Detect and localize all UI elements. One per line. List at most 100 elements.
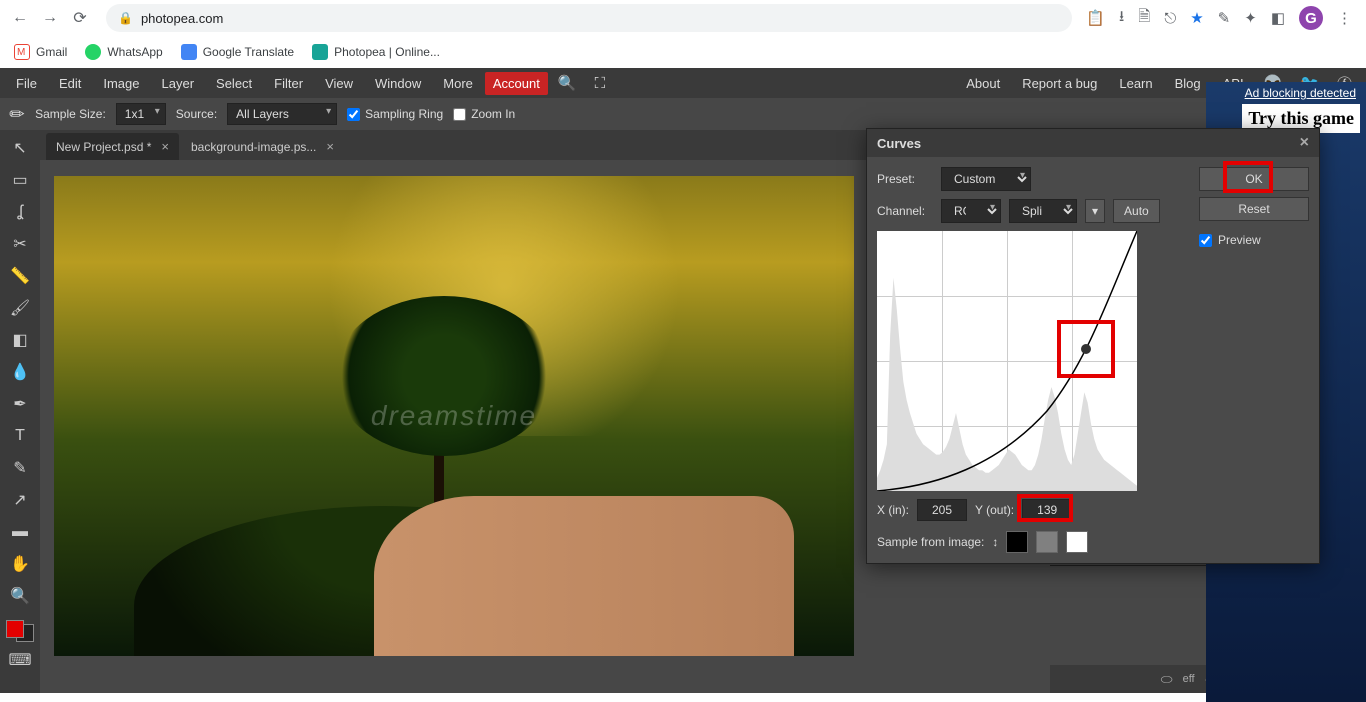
link-report-bug[interactable]: Report a bug: [1012, 72, 1107, 95]
preset-label: Preset:: [877, 172, 933, 186]
menu-file[interactable]: File: [6, 72, 47, 95]
shape-tool[interactable]: ▬: [5, 518, 35, 546]
bookmark-whatsapp[interactable]: WhatsApp: [85, 44, 162, 60]
sample-size-label: Sample Size:: [35, 107, 106, 121]
color-swatch[interactable]: [6, 620, 34, 642]
photopea-app: File Edit Image Layer Select Filter View…: [0, 68, 1366, 693]
clipboard-icon[interactable]: 📋: [1086, 9, 1105, 27]
menu-layer[interactable]: Layer: [152, 72, 205, 95]
link-about[interactable]: About: [956, 72, 1010, 95]
reset-button[interactable]: Reset: [1199, 197, 1309, 221]
menu-window[interactable]: Window: [365, 72, 431, 95]
sample-size-select[interactable]: 1x1: [116, 103, 166, 125]
marquee-tool[interactable]: ▭: [5, 166, 35, 194]
close-icon[interactable]: ×: [1300, 134, 1309, 152]
channel-select[interactable]: RGB: [941, 199, 1001, 223]
watermark-text: dreamstime: [371, 400, 537, 432]
text-tool[interactable]: T: [5, 422, 35, 450]
sample-gray[interactable]: [1036, 531, 1058, 553]
browser-actions: 📋 ⭳ 🗎 ⎋ ★ ✎ ✦ ◧ G ⋮: [1086, 6, 1358, 31]
document-icon[interactable]: 🗎: [1138, 6, 1150, 31]
auto-button[interactable]: Auto: [1113, 199, 1160, 223]
interpolation-select[interactable]: Spline: [1009, 199, 1077, 223]
ruler-tool[interactable]: 📏: [5, 262, 35, 290]
sample-arrow-icon: ↕: [992, 535, 998, 549]
menu-bar: File Edit Image Layer Select Filter View…: [0, 68, 1366, 98]
fx-icon[interactable]: eff: [1183, 673, 1195, 685]
ad-blocking-notice[interactable]: Ad blocking detected: [1245, 86, 1356, 100]
link-learn[interactable]: Learn: [1109, 72, 1162, 95]
pen-tool[interactable]: ✒: [5, 390, 35, 418]
extensions-icon[interactable]: ✦: [1244, 9, 1257, 27]
forward-button[interactable]: →: [38, 6, 62, 30]
preview-checkbox[interactable]: Preview: [1199, 233, 1309, 247]
download-icon[interactable]: ⭳: [1119, 6, 1124, 31]
eraser-tool[interactable]: ◧: [5, 326, 35, 354]
curves-dialog: Curves × Preset: Custom Channel: RGB Spl…: [866, 128, 1320, 564]
sample-label: Sample from image:: [877, 535, 984, 549]
menu-view[interactable]: View: [315, 72, 363, 95]
bookmarks-bar: MGmail WhatsApp Google Translate Photope…: [0, 36, 1366, 68]
eyedropper-tool-icon: ✎: [5, 101, 31, 127]
highlight-box: [1223, 161, 1273, 193]
link-layers-icon[interactable]: ⬭: [1161, 671, 1173, 688]
zoom-tool[interactable]: 🔍: [5, 582, 35, 610]
bookmark-gmail[interactable]: MGmail: [14, 44, 67, 60]
url-text: photopea.com: [141, 11, 223, 26]
back-button[interactable]: ←: [8, 6, 32, 30]
menu-select[interactable]: Select: [206, 72, 262, 95]
reload-button[interactable]: ⟳: [68, 6, 92, 30]
dialog-title: Curves: [877, 136, 921, 151]
canvas[interactable]: dreamstime: [54, 176, 854, 656]
crop-tool[interactable]: ✂: [5, 230, 35, 258]
tab-new-project[interactable]: New Project.psd *×: [46, 133, 179, 160]
menu-filter[interactable]: Filter: [264, 72, 313, 95]
menu-edit[interactable]: Edit: [49, 72, 91, 95]
highlight-box: [1057, 320, 1115, 378]
sidepanel-icon[interactable]: ◧: [1271, 9, 1285, 27]
zoom-in-checkbox[interactable]: Zoom In: [453, 107, 515, 121]
tab-background-image[interactable]: background-image.ps...×: [181, 133, 344, 160]
close-icon[interactable]: ×: [326, 139, 334, 154]
bucket-tool[interactable]: 💧: [5, 358, 35, 386]
curves-graph[interactable]: [877, 231, 1137, 491]
sample-black[interactable]: [1006, 531, 1028, 553]
lasso-tool[interactable]: ʆ: [5, 198, 35, 226]
move-tool[interactable]: ↖: [5, 134, 35, 162]
brush-tool[interactable]: 🖌: [5, 294, 35, 322]
fullscreen-icon[interactable]: ⛶: [587, 71, 614, 96]
search-icon[interactable]: 🔍: [550, 70, 585, 96]
x-in-label: X (in):: [877, 503, 909, 517]
link-blog[interactable]: Blog: [1165, 72, 1211, 95]
x-in-input[interactable]: [917, 499, 967, 521]
share-icon[interactable]: ⎋: [1164, 10, 1176, 27]
sample-white[interactable]: [1066, 531, 1088, 553]
channel-label: Channel:: [877, 204, 933, 218]
source-select[interactable]: All Layers: [227, 103, 337, 125]
toggle-button[interactable]: ▾: [1085, 199, 1105, 223]
profile-avatar[interactable]: G: [1299, 6, 1323, 30]
dialog-titlebar[interactable]: Curves ×: [867, 129, 1319, 157]
sampling-ring-checkbox[interactable]: Sampling Ring: [347, 107, 443, 121]
hand-tool[interactable]: ✋: [5, 550, 35, 578]
source-label: Source:: [176, 107, 217, 121]
path-tool[interactable]: ↗: [5, 486, 35, 514]
close-icon[interactable]: ×: [161, 139, 169, 154]
eyedropper-ext-icon[interactable]: ✎: [1218, 9, 1231, 27]
menu-more[interactable]: More: [433, 72, 483, 95]
preset-select[interactable]: Custom: [941, 167, 1031, 191]
bookmark-translate[interactable]: Google Translate: [181, 44, 294, 60]
menu-kebab-icon[interactable]: ⋮: [1337, 9, 1352, 27]
keyboard-icon[interactable]: ⌨: [5, 646, 35, 674]
bookmark-photopea[interactable]: Photopea | Online...: [312, 44, 440, 60]
tool-palette: ↖ ▭ ʆ ✂ 📏 🖌 ◧ 💧 ✒ T ✎ ↗ ▬ ✋ 🔍 ⌨: [0, 130, 40, 693]
options-bar: ✎ Sample Size: 1x1 Source: All Layers Sa…: [0, 98, 1366, 130]
y-out-label: Y (out):: [975, 503, 1014, 517]
account-button[interactable]: Account: [485, 72, 548, 95]
bookmark-star-icon[interactable]: ★: [1190, 9, 1203, 27]
highlight-box: [1017, 494, 1073, 522]
browser-toolbar: ← → ⟳ 🔒 photopea.com 📋 ⭳ 🗎 ⎋ ★ ✎ ✦ ◧ G ⋮: [0, 0, 1366, 36]
eyedropper-tool[interactable]: ✎: [5, 454, 35, 482]
address-bar[interactable]: 🔒 photopea.com: [106, 4, 1072, 32]
menu-image[interactable]: Image: [93, 72, 149, 95]
